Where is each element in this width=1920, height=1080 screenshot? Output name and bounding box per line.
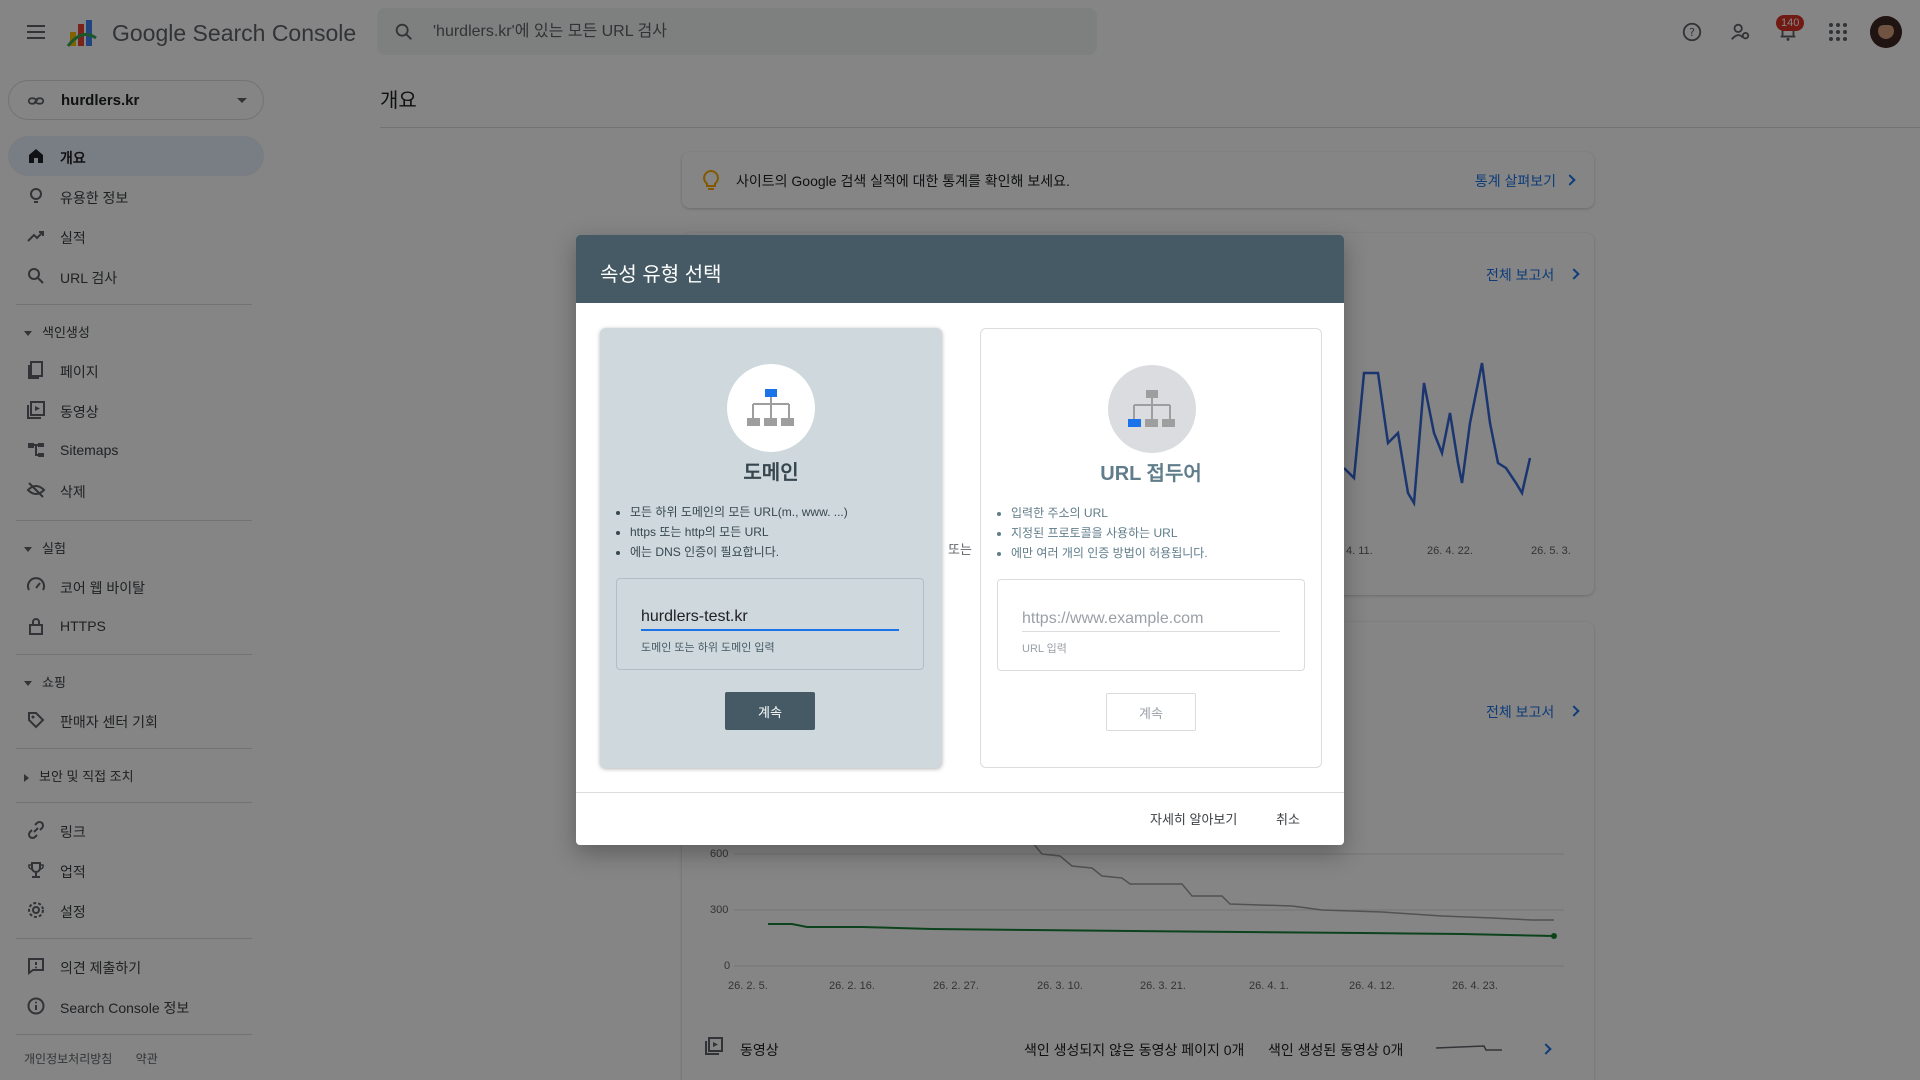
url-prefix-title: URL 접두어	[1100, 463, 1202, 485]
bullet: 입력한 주소의 URL	[1011, 503, 1208, 523]
domain-hierarchy-icon	[727, 364, 815, 452]
learn-more-button[interactable]: 자세히 알아보기	[1150, 809, 1237, 828]
property-type-dialog: 속성 유형 선택 도메인 모든 하위 도메인의 모든 URL(m., www. …	[576, 235, 1344, 845]
url-prefix-bullets: 입력한 주소의 URL 지정된 프로토콜을 사용하는 URL 에만 여러 개의 …	[1011, 503, 1208, 563]
bullet: 에는 DNS 인증이 필요합니다.	[630, 542, 848, 562]
domain-continue-button[interactable]: 계속	[725, 692, 815, 730]
domain-input-help: 도메인 또는 하위 도메인 입력	[641, 642, 775, 654]
url-prefix-input[interactable]	[1022, 606, 1280, 632]
url-prefix-hierarchy-icon	[1108, 365, 1196, 453]
url-prefix-input-help: URL 입력	[1022, 643, 1067, 655]
domain-input[interactable]	[641, 605, 899, 631]
cancel-button[interactable]: 취소	[1276, 809, 1300, 828]
bullet: 지정된 프로토콜을 사용하는 URL	[1011, 523, 1208, 543]
bullet: https 또는 http의 모든 URL	[630, 522, 848, 542]
dialog-header: 속성 유형 선택	[576, 235, 1344, 303]
domain-field-box: 도메인 또는 하위 도메인 입력	[616, 578, 924, 670]
url-prefix-field-box: URL 입력	[997, 579, 1305, 671]
domain-bullets: 모든 하위 도메인의 모든 URL(m., www. ...) https 또는…	[630, 502, 848, 562]
bullet: 모든 하위 도메인의 모든 URL(m., www. ...)	[630, 502, 848, 522]
divider	[576, 792, 1344, 793]
bullet: 에만 여러 개의 인증 방법이 허용됩니다.	[1011, 543, 1208, 563]
url-prefix-option-card[interactable]: URL 접두어 입력한 주소의 URL 지정된 프로토콜을 사용하는 URL 에…	[980, 328, 1322, 768]
domain-title: 도메인	[743, 462, 799, 484]
dialog-title: 속성 유형 선택	[600, 264, 722, 286]
or-label: 또는	[948, 542, 972, 557]
domain-option-card[interactable]: 도메인 모든 하위 도메인의 모든 URL(m., www. ...) http…	[600, 328, 942, 768]
url-prefix-continue-button[interactable]: 계속	[1106, 693, 1196, 731]
